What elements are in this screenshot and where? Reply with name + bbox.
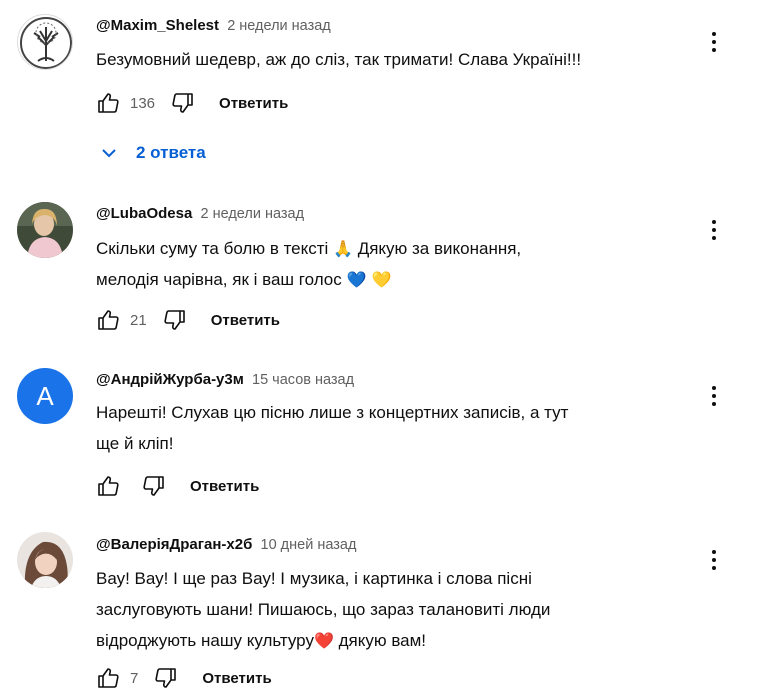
comment-text: Скільки суму та болю в тексті 🙏 Дякую за… xyxy=(96,239,522,289)
comment-header: @LubaOdesa 2 недели назад xyxy=(96,204,304,224)
reply-button[interactable]: Ответить xyxy=(219,95,288,112)
avatar[interactable] xyxy=(17,14,73,70)
comment-text: Нарешті! Слухав цю пісню лише з концертн… xyxy=(96,403,569,453)
comment-actions: 136 Ответить xyxy=(94,89,288,117)
comment-header: @АндрійЖурба-у3м 15 часов назад xyxy=(96,370,354,390)
view-replies-button[interactable]: 2 ответа xyxy=(100,140,206,166)
like-icon[interactable] xyxy=(94,664,122,692)
avatar-letter: A xyxy=(36,380,54,411)
user-photo-avatar xyxy=(17,532,73,588)
comment-text: Безумовний шедевр, аж до сліз, так трима… xyxy=(96,50,582,69)
avatar[interactable] xyxy=(17,532,73,588)
comment-text: Вау! Вау! І ще раз Вау! І музика, і карт… xyxy=(96,569,551,650)
timestamp[interactable]: 2 недели назад xyxy=(227,18,331,34)
comment-header: @Maxim_Shelest 2 недели назад xyxy=(96,16,331,36)
comment-actions: Ответить xyxy=(94,472,259,500)
like-icon[interactable] xyxy=(94,472,122,500)
reply-button[interactable]: Ответить xyxy=(211,312,280,329)
replies-count-label: 2 ответа xyxy=(136,143,206,162)
dislike-icon[interactable] xyxy=(152,664,180,692)
folded-hands-emoji: 🙏 xyxy=(333,239,353,258)
timestamp[interactable]: 10 дней назад xyxy=(261,537,357,553)
like-count: 7 xyxy=(130,669,139,687)
avatar[interactable]: A xyxy=(17,368,73,424)
reply-button[interactable]: Ответить xyxy=(190,478,259,495)
comment-header: @ВалеріяДраган-х2б 10 дней назад xyxy=(96,535,356,555)
like-icon[interactable] xyxy=(94,89,122,117)
red-heart-emoji: ❤️ xyxy=(313,631,334,650)
more-actions-icon[interactable] xyxy=(706,546,722,574)
more-actions-icon[interactable] xyxy=(706,216,722,244)
tree-logo-icon xyxy=(20,17,72,69)
author-name[interactable]: @АндрійЖурба-у3м xyxy=(96,371,244,388)
comment-actions: 7 Ответить xyxy=(94,664,272,692)
chevron-down-icon xyxy=(102,149,116,158)
timestamp[interactable]: 2 недели назад xyxy=(201,206,305,222)
hearts-emoji: 💙 💛 xyxy=(346,270,392,289)
like-icon[interactable] xyxy=(94,306,122,334)
reply-button[interactable]: Ответить xyxy=(202,670,271,687)
dislike-icon[interactable] xyxy=(169,89,197,117)
like-count: 136 xyxy=(130,94,156,112)
author-name[interactable]: @ВалеріяДраган-х2б xyxy=(96,536,252,553)
more-actions-icon[interactable] xyxy=(706,382,722,410)
author-name[interactable]: @Maxim_Shelest xyxy=(96,17,219,34)
dislike-icon[interactable] xyxy=(140,472,168,500)
like-count: 21 xyxy=(130,311,147,329)
author-name[interactable]: @LubaOdesa xyxy=(96,205,192,222)
timestamp[interactable]: 15 часов назад xyxy=(252,372,354,388)
avatar[interactable] xyxy=(17,202,73,258)
dislike-icon[interactable] xyxy=(161,306,189,334)
user-photo-avatar xyxy=(17,202,73,258)
comment-actions: 21 Ответить xyxy=(94,306,280,334)
more-actions-icon[interactable] xyxy=(706,28,722,56)
